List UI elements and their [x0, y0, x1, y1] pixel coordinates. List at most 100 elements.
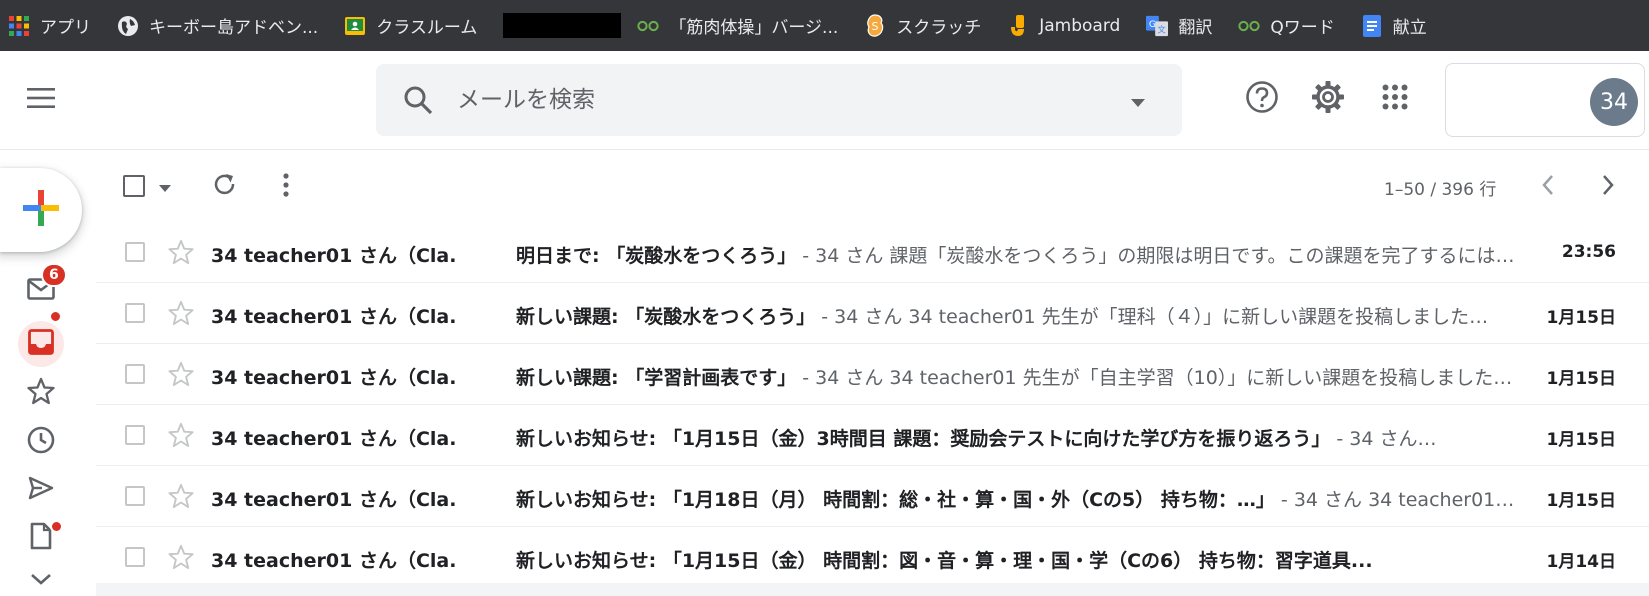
- mail-date: 1月15日: [1546, 369, 1617, 389]
- jamboard-icon: [1007, 14, 1029, 37]
- search-icon[interactable]: [403, 85, 433, 115]
- row-checkbox[interactable]: [125, 425, 145, 445]
- google-apps-button[interactable]: [1375, 79, 1415, 119]
- svg-text:G: G: [1149, 18, 1156, 29]
- mail-sender: 34 teacher01 さん（Cla.: [211, 367, 457, 389]
- row-checkbox[interactable]: [125, 547, 145, 567]
- chevron-down-icon: [30, 571, 52, 590]
- bookmark-label: Jamboard: [1039, 15, 1121, 36]
- bookmark-scratch[interactable]: S スクラッチ: [864, 13, 981, 38]
- nav-snoozed[interactable]: [18, 419, 64, 465]
- help-icon: [1245, 80, 1279, 118]
- more-vert-icon: [283, 173, 289, 201]
- mail-row[interactable]: 34 teacher01 さん（Cla. 新しいお知らせ: 「1月15日（金） …: [96, 527, 1649, 588]
- star-icon[interactable]: [168, 239, 194, 265]
- notification-dot: [49, 310, 62, 323]
- main-menu-button[interactable]: [20, 79, 62, 121]
- avatar[interactable]: 34: [1590, 78, 1638, 126]
- select-options-button[interactable]: [157, 180, 173, 192]
- glasses-icon: [1238, 15, 1260, 37]
- support-button[interactable]: [1242, 79, 1282, 119]
- translate-icon: G文: [1146, 15, 1169, 37]
- mail-subject: 新しいお知らせ: 「1月15日（金） 時間割：図・音・算・理・国・学（Cの6） …: [516, 550, 1373, 572]
- mail-snippet: - 34 さん 34 teacher01…: [1274, 489, 1515, 511]
- svg-text:文: 文: [1158, 24, 1166, 34]
- bookmark-label: 翻訳: [1178, 18, 1213, 38]
- bookmark-kinniku-taiso[interactable]: 「筋肉体操」バージ...: [637, 13, 838, 38]
- mail-row[interactable]: 34 teacher01 さん（Cla. 新しいお知らせ: 「1月15日（金）3…: [96, 405, 1649, 466]
- mail-row[interactable]: 34 teacher01 さん（Cla. 新しい課題: 「学習計画表です」 - …: [96, 344, 1649, 405]
- more-actions-button[interactable]: [278, 172, 294, 202]
- mail-sender: 34 teacher01 さん（Cla.: [211, 550, 457, 572]
- hamburger-icon: [27, 88, 55, 112]
- row-checkbox[interactable]: [125, 303, 145, 323]
- pagination-range: 1–50 / 396 行: [1384, 180, 1497, 200]
- send-icon: [28, 476, 54, 504]
- mail-sender: 34 teacher01 さん（Cla.: [211, 245, 457, 267]
- mail-content: 明日まで: 「炭酸水をつくろう」 - 34 さん 課題「炭酸水をつくろう」の期限…: [516, 241, 1576, 268]
- inbox-tray-icon: [28, 329, 54, 359]
- mail-subject: 明日まで: 「炭酸水をつくろう」: [516, 245, 797, 267]
- bookmark-apps[interactable]: アプリ: [8, 13, 91, 38]
- redacted-block: [503, 13, 622, 38]
- refresh-button[interactable]: [210, 172, 240, 202]
- refresh-icon: [213, 173, 237, 201]
- mail-sender: 34 teacher01 さん（Cla.: [211, 489, 457, 511]
- bookmark-label: アプリ: [40, 18, 91, 38]
- row-checkbox[interactable]: [125, 364, 145, 384]
- star-icon[interactable]: [168, 544, 194, 570]
- nav-more[interactable]: [18, 565, 64, 595]
- mail-row[interactable]: 34 teacher01 さん（Cla. 新しい課題: 「炭酸水をつくろう」 -…: [96, 283, 1649, 344]
- mail-date: 1月14日: [1546, 552, 1617, 572]
- bookmark-redacted[interactable]: [503, 13, 631, 38]
- mail-date: 23:56: [1561, 242, 1616, 262]
- star-icon[interactable]: [168, 422, 194, 448]
- bookmark-label: 献立: [1392, 18, 1427, 38]
- mail-subject: 新しい課題: 「学習計画表です」: [516, 367, 797, 389]
- bookmark-label: Qワード: [1270, 18, 1335, 38]
- bookmark-label: キーボー島アドベン...: [149, 18, 319, 38]
- bookmark-label: 「筋肉体操」バージ...: [669, 18, 839, 38]
- list-bottom-divider: [96, 583, 1649, 596]
- nav-sent[interactable]: [18, 467, 64, 513]
- star-icon[interactable]: [168, 300, 194, 326]
- search-options-caret-icon[interactable]: [1128, 94, 1148, 107]
- mail-date: 1月15日: [1546, 430, 1617, 450]
- bookmark-label: スクラッチ: [896, 18, 982, 38]
- mail-content: 新しい課題: 「炭酸水をつくろう」 - 34 さん 34 teacher01 先…: [516, 302, 1576, 329]
- select-all-checkbox[interactable]: [123, 175, 145, 197]
- settings-button[interactable]: [1308, 79, 1348, 119]
- chevron-left-icon: [1541, 174, 1555, 200]
- row-checkbox[interactable]: [125, 242, 145, 262]
- mail-snippet: - 34 さん…: [1330, 428, 1437, 450]
- mail-row[interactable]: 34 teacher01 さん（Cla. 新しいお知らせ: 「1月18日（月） …: [96, 466, 1649, 527]
- compose-button[interactable]: [0, 168, 82, 252]
- star-icon[interactable]: [168, 361, 194, 387]
- mail-date: 1月15日: [1546, 308, 1617, 328]
- bookmark-classroom[interactable]: クラスルーム: [344, 13, 477, 38]
- bookmark-jamboard[interactable]: Jamboard: [1007, 14, 1121, 37]
- bookmark-kondate[interactable]: 献立: [1361, 13, 1427, 38]
- star-icon[interactable]: [168, 483, 194, 509]
- notification-dot: [50, 520, 63, 533]
- app-header: 34: [0, 51, 1649, 150]
- mail-content: 新しい課題: 「学習計画表です」 - 34 さん 34 teacher01 先生…: [516, 363, 1576, 390]
- bookmark-q-word[interactable]: Qワード: [1238, 13, 1335, 38]
- caret-down-icon: [159, 177, 171, 196]
- newer-page-button[interactable]: [1536, 172, 1560, 202]
- mail-row[interactable]: 34 teacher01 さん（Cla. 明日まで: 「炭酸水をつくろう」 - …: [96, 222, 1649, 283]
- classroom-icon: [344, 15, 366, 37]
- scratch-icon: S: [864, 13, 886, 37]
- apps-grid-icon: [8, 15, 30, 37]
- bookmark-translate[interactable]: G文 翻訳: [1146, 13, 1212, 38]
- bookmarks-bar: アプリ キーボー島アドベン... クラスルーム 「筋肉体操」バージ... S ス…: [0, 0, 1649, 51]
- older-page-button[interactable]: [1596, 172, 1620, 202]
- nav-starred[interactable]: [18, 370, 64, 416]
- draft-file-icon: [30, 522, 52, 554]
- row-checkbox[interactable]: [125, 486, 145, 506]
- apps-grid-icon: [1382, 84, 1408, 114]
- bookmark-keyboard-island[interactable]: キーボー島アドベン...: [117, 13, 318, 38]
- search-input[interactable]: [457, 87, 1128, 113]
- bookmark-label: クラスルーム: [376, 18, 478, 38]
- nav-classroom-label[interactable]: [18, 321, 64, 367]
